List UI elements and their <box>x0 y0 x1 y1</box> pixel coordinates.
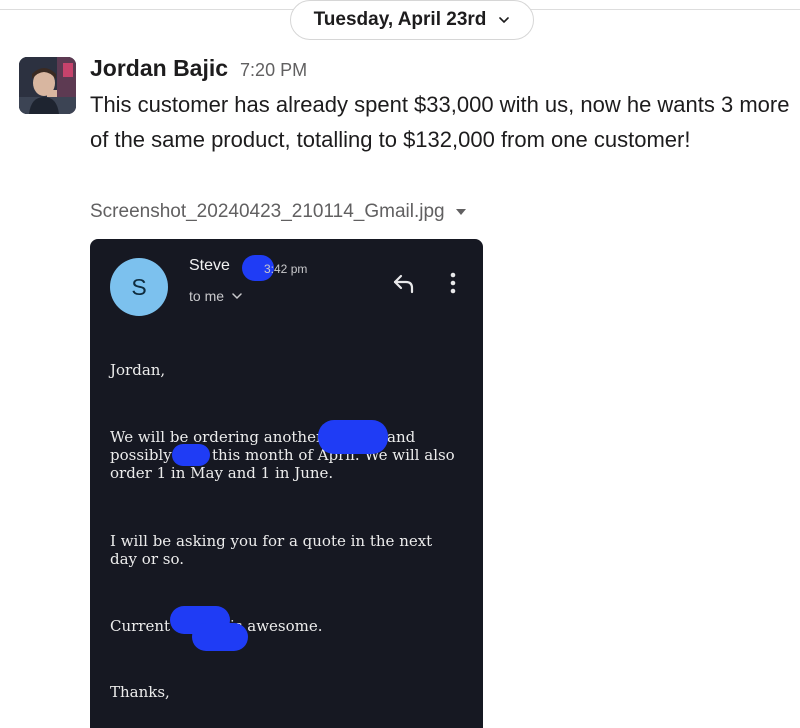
user-photo <box>19 57 76 114</box>
chevron-down-icon <box>232 293 242 300</box>
email-order-text-5: order 1 in May and 1 in June. <box>110 464 334 482</box>
caret-down-icon[interactable] <box>455 207 467 217</box>
email-sender-name: Steve <box>189 257 230 274</box>
chevron-down-icon <box>499 17 510 24</box>
message-header: Jordan Bajic 7:20 PM <box>90 55 307 87</box>
email-time: 3:42 pm <box>264 262 308 276</box>
email-greeting: Jordan, <box>110 361 166 379</box>
message-timestamp[interactable]: 7:20 PM <box>240 60 307 81</box>
email-quote-paragraph: I will be asking you for a quote in the … <box>110 532 433 568</box>
sender-name[interactable]: Jordan Bajic <box>90 55 228 82</box>
attachment-header[interactable]: Screenshot_20240423_210114_Gmail.jpg <box>90 201 467 223</box>
redaction-mark <box>318 420 388 454</box>
date-divider-button[interactable]: Tuesday, April 23rd <box>290 0 534 40</box>
email-order-text-2: and <box>387 428 416 446</box>
slack-message-view: Tuesday, April 23rd Jordan Bajic 7:20 PM… <box>0 0 800 728</box>
email-recipient: to me <box>189 288 242 304</box>
email-sender-avatar: S <box>110 258 168 316</box>
attachment-image[interactable]: S Steve 3:42 pm to me Jordan, We will be… <box>90 239 483 728</box>
avatar[interactable] <box>19 57 76 114</box>
redaction-mark <box>192 623 248 651</box>
email-to-label: to me <box>189 288 225 304</box>
redaction-mark <box>172 444 210 466</box>
email-order-text-1: We will be ordering another <box>110 428 324 446</box>
message-body: This customer has already spent $33,000 … <box>90 92 790 152</box>
email-current-text-1: Current <box>110 617 171 635</box>
more-vertical-icon <box>450 272 456 294</box>
date-divider-label: Tuesday, April 23rd <box>313 9 487 30</box>
email-order-text-3: possibly <box>110 446 172 464</box>
attachment-filename[interactable]: Screenshot_20240423_210114_Gmail.jpg <box>90 201 445 223</box>
email-avatar-letter: S <box>131 273 147 300</box>
email-signoff: Thanks, <box>110 683 170 701</box>
reply-icon <box>393 274 414 294</box>
